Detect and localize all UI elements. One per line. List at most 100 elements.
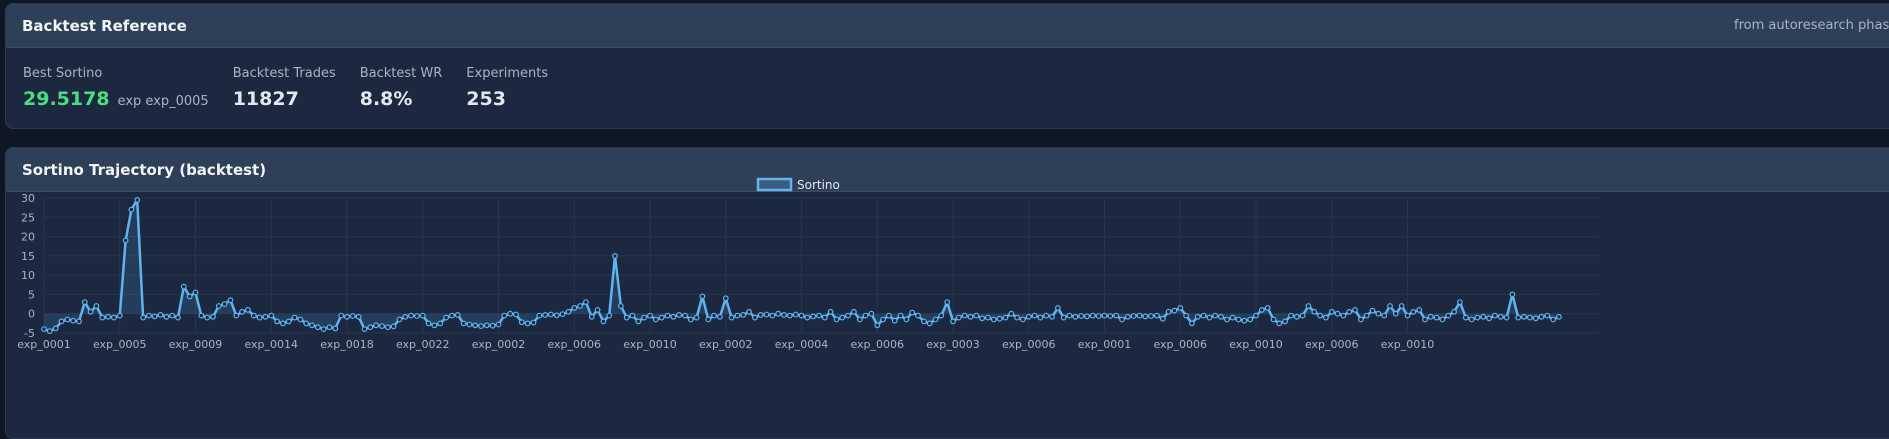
data-point[interactable] [361, 326, 368, 333]
data-point[interactable] [116, 312, 123, 319]
data-point[interactable] [542, 311, 548, 318]
data-point[interactable] [676, 311, 682, 318]
data-point[interactable] [332, 325, 339, 332]
data-point[interactable] [915, 312, 921, 319]
data-point[interactable] [384, 324, 391, 331]
data-point[interactable] [1526, 314, 1533, 321]
data-point[interactable] [1008, 310, 1015, 317]
data-point[interactable] [897, 312, 904, 319]
data-point[interactable] [210, 313, 216, 320]
data-point[interactable] [507, 310, 514, 317]
data-point[interactable] [52, 325, 59, 332]
data-point[interactable] [198, 312, 205, 319]
data-point[interactable] [379, 323, 385, 330]
data-point[interactable] [1352, 306, 1358, 313]
data-point[interactable] [227, 297, 234, 304]
data-point[interactable] [682, 312, 688, 319]
data-point[interactable] [804, 314, 811, 321]
data-point[interactable] [1480, 313, 1487, 320]
data-point[interactable] [781, 311, 787, 318]
data-point[interactable] [1288, 312, 1294, 319]
data-point[interactable] [909, 309, 916, 316]
data-point[interactable] [76, 318, 82, 325]
data-point[interactable] [285, 318, 292, 325]
data-point[interactable] [577, 303, 583, 309]
data-point[interactable] [1340, 312, 1347, 319]
data-point[interactable] [1235, 316, 1242, 323]
data-point[interactable] [571, 304, 578, 311]
data-point[interactable] [938, 312, 945, 319]
data-point[interactable] [344, 313, 350, 320]
data-point[interactable] [239, 308, 246, 315]
data-point[interactable] [530, 319, 537, 326]
data-point[interactable] [1159, 315, 1166, 322]
data-point[interactable] [163, 313, 170, 320]
data-point[interactable] [1037, 314, 1044, 321]
data-point[interactable] [1078, 313, 1085, 319]
data-point[interactable] [87, 308, 94, 315]
data-point[interactable] [280, 320, 286, 327]
data-point[interactable] [274, 318, 281, 325]
data-point[interactable] [1113, 312, 1120, 319]
data-point[interactable] [46, 328, 53, 335]
data-point[interactable] [810, 313, 817, 320]
data-point[interactable] [775, 310, 782, 317]
data-point[interactable] [711, 312, 717, 319]
data-point[interactable] [309, 322, 315, 329]
data-point[interactable] [996, 315, 1003, 322]
data-point[interactable] [880, 316, 886, 323]
data-point[interactable] [740, 311, 747, 318]
data-point[interactable] [961, 312, 968, 319]
data-point[interactable] [623, 314, 630, 321]
data-point[interactable] [705, 316, 712, 323]
sortino-line-chart[interactable]: -5051015202530exp_0001 exp_0005 exp_0009 ex… [6, 148, 1889, 438]
data-point[interactable] [1054, 304, 1061, 311]
data-point[interactable] [973, 312, 980, 319]
data-point[interactable] [1299, 312, 1306, 319]
data-point[interactable] [70, 317, 76, 324]
data-point[interactable] [478, 323, 484, 330]
data-point[interactable] [489, 322, 496, 329]
data-point[interactable] [553, 312, 560, 319]
data-point[interactable] [1043, 312, 1050, 319]
data-point[interactable] [1468, 316, 1475, 323]
data-point[interactable] [821, 314, 828, 321]
data-point[interactable] [297, 316, 304, 323]
data-point[interactable] [874, 322, 881, 329]
data-point[interactable] [594, 306, 601, 313]
data-point[interactable] [483, 322, 490, 329]
data-point[interactable] [1322, 314, 1329, 321]
data-point[interactable] [1509, 291, 1516, 298]
data-point[interactable] [652, 316, 659, 323]
data-point[interactable] [967, 313, 974, 320]
data-point[interactable] [1276, 320, 1283, 327]
data-point[interactable] [548, 311, 554, 318]
data-point[interactable] [122, 237, 129, 244]
data-point[interactable] [845, 312, 851, 319]
data-point[interactable] [157, 311, 164, 318]
data-point[interactable] [215, 303, 222, 309]
data-point[interactable] [955, 314, 962, 321]
data-point[interactable] [1136, 312, 1143, 319]
data-point[interactable] [1346, 308, 1353, 315]
data-point[interactable] [501, 312, 508, 319]
data-point[interactable] [186, 293, 193, 300]
data-point[interactable] [1416, 306, 1423, 313]
data-point[interactable] [1381, 312, 1388, 319]
data-point[interactable] [1410, 308, 1417, 315]
data-point[interactable] [449, 312, 455, 319]
data-point[interactable] [1188, 320, 1195, 327]
data-point[interactable] [93, 303, 100, 309]
data-point[interactable] [1369, 307, 1376, 314]
data-point[interactable] [1212, 312, 1219, 319]
data-point[interactable] [1532, 315, 1539, 322]
data-point[interactable] [1095, 313, 1102, 319]
data-point[interactable] [1497, 313, 1504, 320]
data-point[interactable] [1404, 312, 1411, 319]
data-point[interactable] [903, 316, 910, 323]
data-point[interactable] [373, 322, 380, 329]
data-point[interactable] [472, 322, 479, 329]
data-point[interactable] [64, 316, 71, 323]
data-point[interactable] [1270, 316, 1277, 323]
data-point[interactable] [612, 252, 618, 259]
